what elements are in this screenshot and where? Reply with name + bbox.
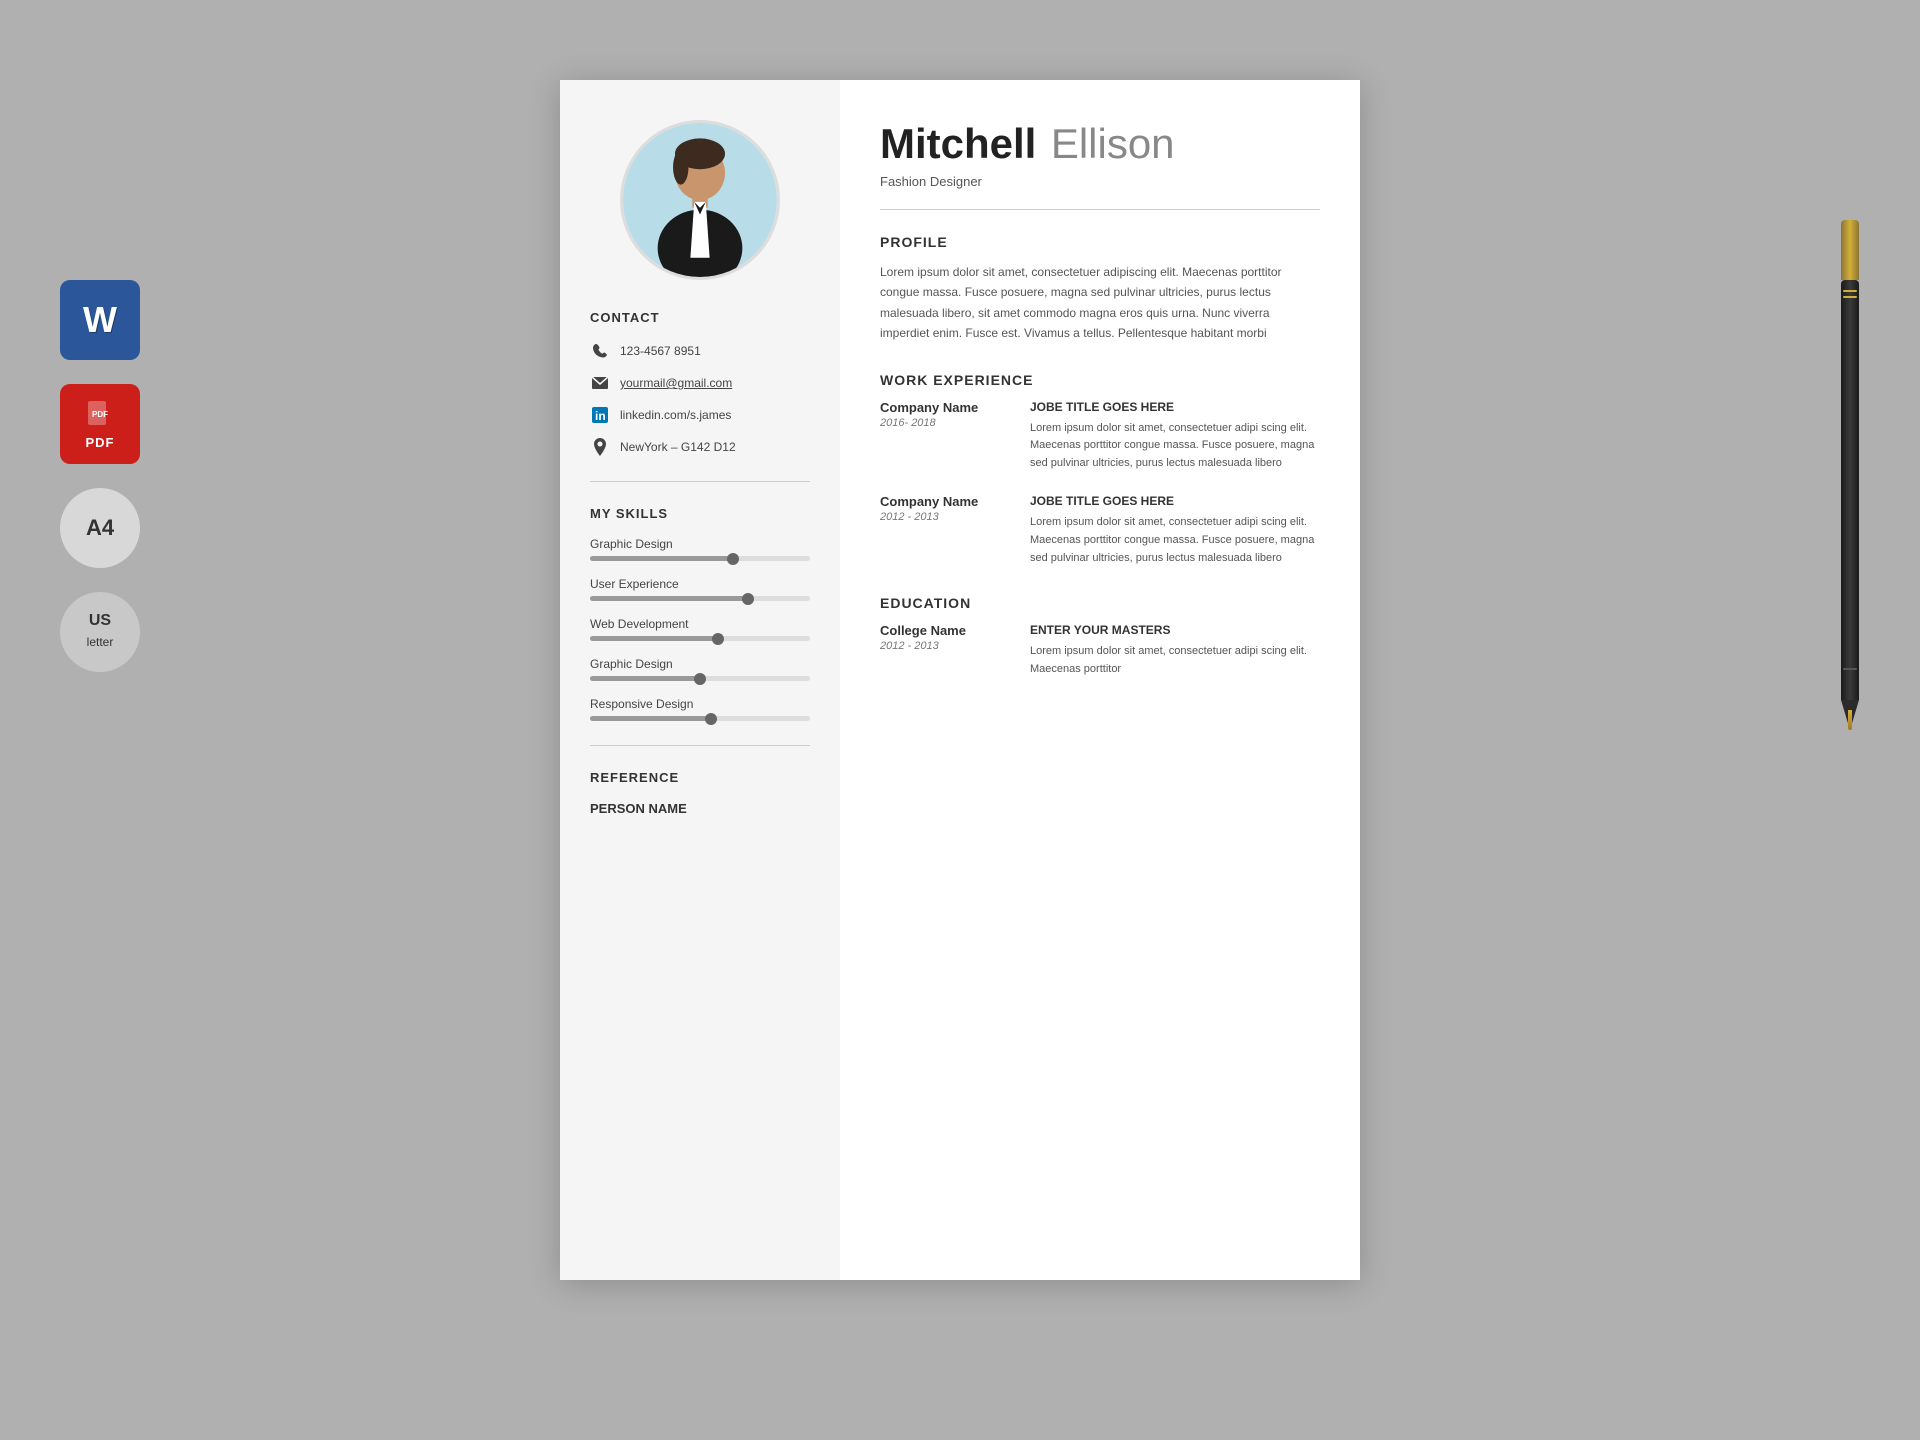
pen-body <box>1841 280 1859 700</box>
exp-job-title-1: JOBE TITLE GOES HERE <box>1030 494 1320 508</box>
photo-container <box>590 120 810 280</box>
skill-item-3: Graphic Design <box>590 657 810 681</box>
divider-contact <box>590 481 810 482</box>
first-name: Mitchell <box>880 120 1036 167</box>
edu-dates-0: 2012 - 2013 <box>880 640 1010 652</box>
location-icon <box>590 437 610 457</box>
right-panel: Mitchell Ellison Fashion Designer PROFIL… <box>840 80 1360 1280</box>
svg-text:in: in <box>595 409 606 423</box>
right-divider-top <box>880 209 1320 210</box>
experience-section: WORK EXPERIENCE Company Name 2016- 2018 … <box>880 372 1320 568</box>
left-sidebar: W PDF PDF A4 USletter <box>60 280 140 672</box>
skill-handle-4 <box>705 713 717 725</box>
edu-college-0: College Name <box>880 623 1010 638</box>
profile-heading: PROFILE <box>880 234 1320 250</box>
exp-job-title-0: JOBE TITLE GOES HERE <box>1030 400 1320 414</box>
reference-person-name: PERSON NAME <box>590 801 810 816</box>
skill-handle-2 <box>712 633 724 645</box>
a4-label: A4 <box>86 515 114 541</box>
svg-text:PDF: PDF <box>92 410 108 419</box>
exp-left-1: Company Name 2012 - 2013 <box>880 494 1010 567</box>
skill-fill-0 <box>590 556 733 561</box>
pen-cap <box>1841 220 1859 280</box>
skill-bar-4 <box>590 716 810 721</box>
education-section: EDUCATION College Name 2012 - 2013 ENTER… <box>880 595 1320 678</box>
skill-item-0: Graphic Design <box>590 537 810 561</box>
reference-section-title: REFERENCE <box>590 770 810 785</box>
contact-linkedin: in linkedin.com/s.james <box>590 405 810 425</box>
skill-bar-0 <box>590 556 810 561</box>
skill-fill-2 <box>590 636 718 641</box>
email-icon <box>590 373 610 393</box>
pen-decoration <box>1830 220 1870 720</box>
experience-heading: WORK EXPERIENCE <box>880 372 1320 388</box>
edu-item-0: College Name 2012 - 2013 ENTER YOUR MAST… <box>880 623 1320 678</box>
skill-handle-1 <box>742 593 754 605</box>
a4-icon[interactable]: A4 <box>60 488 140 568</box>
skill-handle-0 <box>727 553 739 565</box>
contact-location: NewYork – G142 D12 <box>590 437 810 457</box>
edu-degree-0: ENTER YOUR MASTERS <box>1030 623 1320 637</box>
exp-item-0: Company Name 2016- 2018 JOBE TITLE GOES … <box>880 400 1320 473</box>
exp-dates-1: 2012 - 2013 <box>880 511 1010 523</box>
education-heading: EDUCATION <box>880 595 1320 611</box>
divider-skills <box>590 745 810 746</box>
profile-photo <box>620 120 780 280</box>
edu-right-0: ENTER YOUR MASTERS Lorem ipsum dolor sit… <box>1030 623 1320 678</box>
exp-item-1: Company Name 2012 - 2013 JOBE TITLE GOES… <box>880 494 1320 567</box>
skill-bar-1 <box>590 596 810 601</box>
exp-left-0: Company Name 2016- 2018 <box>880 400 1010 473</box>
skill-item-4: Responsive Design <box>590 697 810 721</box>
edu-desc-0: Lorem ipsum dolor sit amet, consectetuer… <box>1030 643 1320 678</box>
skill-bar-2 <box>590 636 810 641</box>
exp-right-1: JOBE TITLE GOES HERE Lorem ipsum dolor s… <box>1030 494 1320 567</box>
last-name: Ellison <box>1051 120 1175 167</box>
phone-icon <box>590 341 610 361</box>
contact-email: yourmail@gmail.com <box>590 373 810 393</box>
exp-desc-0: Lorem ipsum dolor sit amet, consectetuer… <box>1030 420 1320 473</box>
skill-fill-4 <box>590 716 711 721</box>
us-icon[interactable]: USletter <box>60 592 140 672</box>
edu-left-0: College Name 2012 - 2013 <box>880 623 1010 678</box>
exp-desc-1: Lorem ipsum dolor sit amet, consectetuer… <box>1030 514 1320 567</box>
exp-right-0: JOBE TITLE GOES HERE Lorem ipsum dolor s… <box>1030 400 1320 473</box>
job-title: Fashion Designer <box>880 174 1320 189</box>
exp-company-1: Company Name <box>880 494 1010 509</box>
skill-bar-3 <box>590 676 810 681</box>
pdf-icon[interactable]: PDF PDF <box>60 384 140 464</box>
skill-handle-3 <box>694 673 706 685</box>
left-panel: CONTACT 123-4567 8951 yourmail@gmail.com <box>560 80 840 1280</box>
skill-item-2: Web Development <box>590 617 810 641</box>
profile-text: Lorem ipsum dolor sit amet, consectetuer… <box>880 262 1320 344</box>
exp-company-0: Company Name <box>880 400 1010 415</box>
contact-section-title: CONTACT <box>590 310 810 325</box>
word-icon[interactable]: W <box>60 280 140 360</box>
skills-section-title: MY SKILLS <box>590 506 810 521</box>
skill-fill-3 <box>590 676 700 681</box>
contact-phone: 123-4567 8951 <box>590 341 810 361</box>
skill-fill-1 <box>590 596 748 601</box>
resume-container: CONTACT 123-4567 8951 yourmail@gmail.com <box>560 80 1360 1280</box>
skill-item-1: User Experience <box>590 577 810 601</box>
exp-dates-0: 2016- 2018 <box>880 417 1010 429</box>
linkedin-icon: in <box>590 405 610 425</box>
name-section: Mitchell Ellison <box>880 120 1320 168</box>
